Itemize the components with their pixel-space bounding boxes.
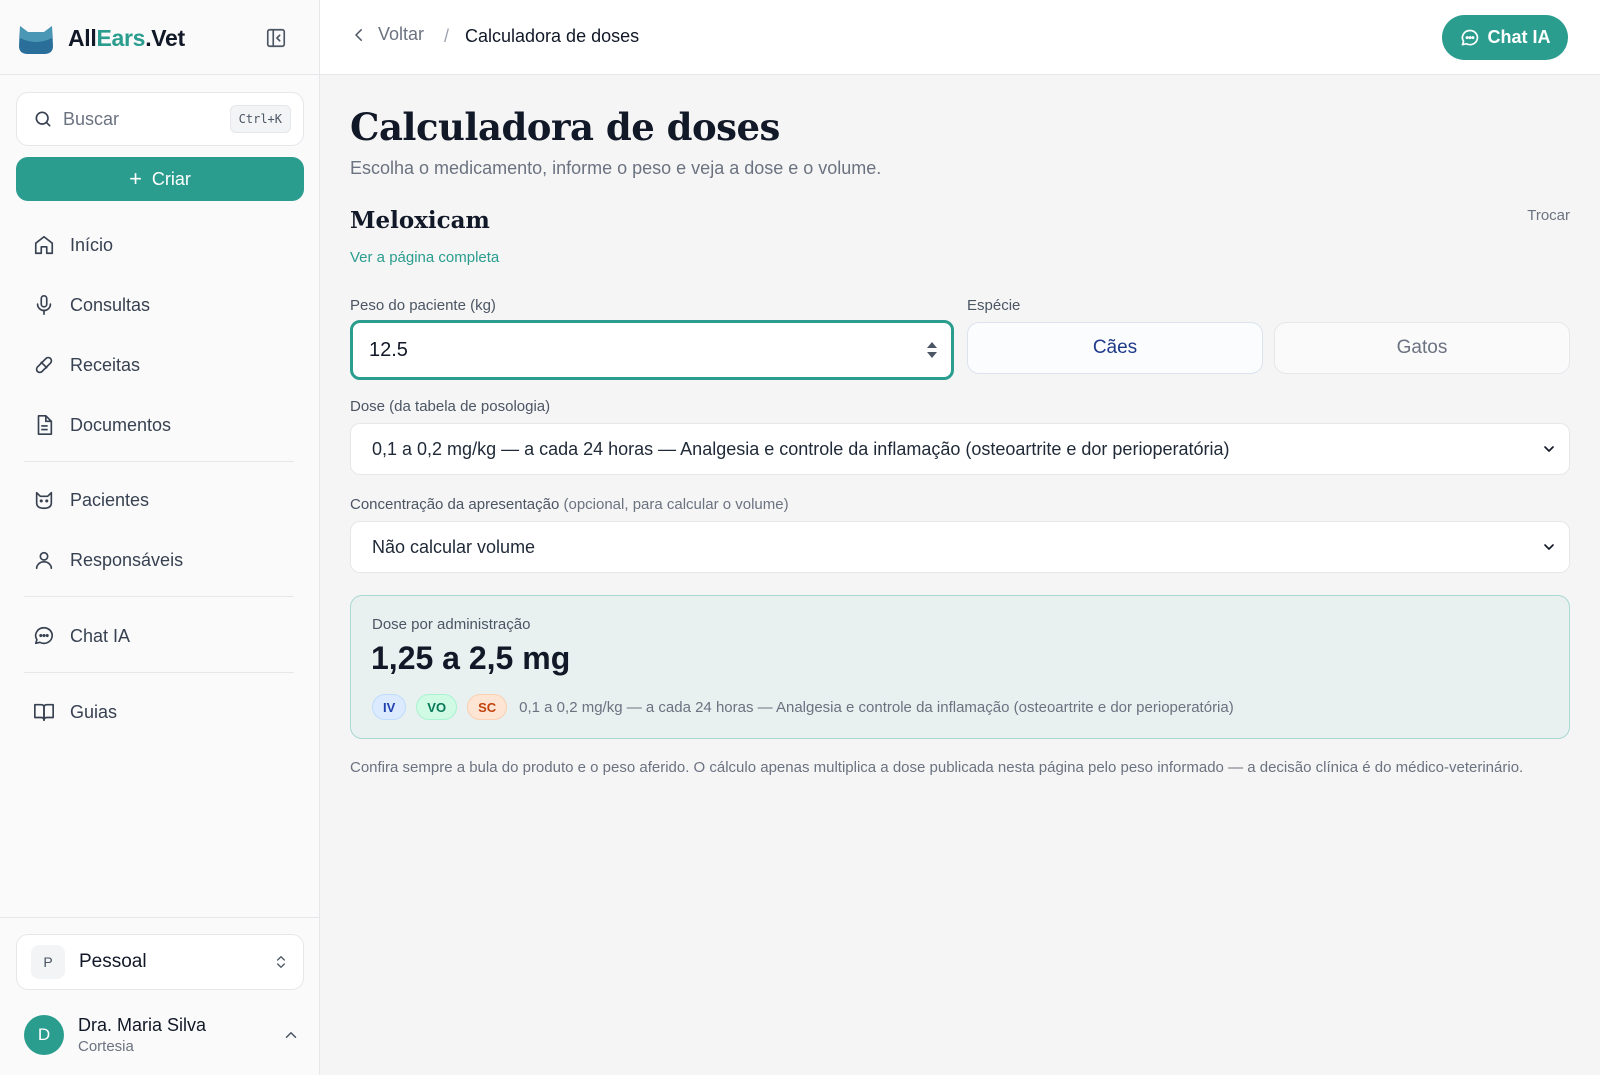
sidebar-item-guias[interactable]: Guias (24, 690, 296, 734)
user-plan: Cortesia (78, 1038, 134, 1055)
medication-name: Meloxicam (350, 207, 490, 234)
search-placeholder: Buscar (63, 108, 120, 129)
microphone-icon (32, 293, 56, 317)
sidebar-item-label: Início (70, 234, 114, 255)
user-name: Dra. Maria Silva (78, 1015, 207, 1035)
number-stepper[interactable] (927, 342, 937, 358)
route-badge-iv: IV (372, 694, 407, 720)
shortcut-badge: Ctrl+K (229, 105, 291, 133)
user-icon (32, 548, 56, 572)
chevron-down-icon (1544, 446, 1554, 452)
sidebar-item-label: Documentos (70, 414, 172, 435)
organization-switcher[interactable]: P Pessoal (16, 934, 304, 990)
chat-icon (1461, 29, 1478, 46)
sidebar-item-label: Consultas (70, 294, 151, 315)
sidebar-item-label: Pacientes (70, 489, 150, 510)
user-info: Dra. Maria Silva Cortesia (78, 1015, 282, 1055)
cat-logo-icon (16, 20, 56, 56)
route-badge-vo: VO (416, 694, 458, 720)
book-icon (32, 700, 56, 724)
breadcrumb-current: Calculadora de doses (465, 26, 640, 46)
chevrons-up-down-icon (277, 956, 285, 968)
sidebar-item-label: Chat IA (70, 625, 131, 646)
search-icon (35, 111, 51, 127)
sidebar-item-chat-ia[interactable]: Chat IA (24, 614, 296, 658)
user-menu[interactable]: D Dra. Maria Silva Cortesia (24, 1010, 300, 1060)
dose-result-card: Dose por administração 1,25 a 2,5 mg IV … (350, 595, 1570, 739)
sidebar-item-responsaveis[interactable]: Responsáveis (24, 538, 296, 582)
plus-icon: + (129, 166, 142, 191)
route-badge-sc: SC (467, 694, 508, 720)
sidebar-item-pacientes[interactable]: Pacientes (24, 478, 296, 522)
dose-select-value: 0,1 a 0,2 mg/kg — a cada 24 horas — Anal… (372, 438, 1230, 459)
sidebar: AllEars.Vet Buscar Ctrl+K + Criar Início… (0, 0, 320, 1075)
species-label: Espécie (967, 297, 1021, 314)
sidebar-collapse-icon (266, 28, 286, 48)
divider (0, 917, 320, 918)
breadcrumb-separator: / (444, 26, 450, 46)
weight-input[interactable]: 12.5 (350, 320, 954, 380)
caret-down-icon (927, 352, 937, 358)
medication-page-link[interactable]: Ver a página completa (350, 249, 499, 266)
divider (24, 596, 294, 597)
species-option-caes[interactable]: Cães (967, 322, 1263, 374)
avatar: D (24, 1015, 64, 1055)
disclaimer-text: Confira sempre a bula do produto e o pes… (350, 759, 1524, 776)
divider (0, 74, 320, 75)
cat-icon (32, 488, 56, 512)
sidebar-item-documentos[interactable]: Documentos (24, 403, 296, 447)
create-button-label: Criar (151, 168, 191, 189)
dose-label: Dose (da tabela de posologia) (350, 398, 551, 415)
swap-medication-button[interactable]: Trocar (1527, 207, 1570, 224)
chat-icon (32, 624, 56, 648)
weight-value: 12.5 (369, 338, 408, 361)
sidebar-item-label: Responsáveis (70, 549, 184, 570)
chevron-left-icon (355, 28, 362, 41)
page-subtitle: Escolha o medicamento, informe o peso e … (350, 158, 882, 178)
org-badge: P (31, 945, 65, 979)
brand[interactable]: AllEars.Vet (16, 18, 185, 58)
pill-icon (32, 353, 56, 377)
back-button[interactable]: Voltar (350, 24, 424, 45)
sidebar-item-label: Guias (70, 701, 118, 722)
concentration-select-value: Não calcular volume (372, 536, 536, 557)
result-value: 1,25 a 2,5 mg (371, 640, 571, 676)
chevron-up-icon (285, 1032, 297, 1038)
collapse-sidebar-button[interactable] (264, 26, 288, 50)
home-icon (32, 233, 56, 257)
chat-ia-button[interactable]: Chat IA (1442, 15, 1568, 60)
sidebar-item-receitas[interactable]: Receitas (24, 343, 296, 387)
chat-button-label: Chat IA (1487, 27, 1551, 47)
dose-select[interactable]: 0,1 a 0,2 mg/kg — a cada 24 horas — Anal… (350, 423, 1570, 475)
search-input[interactable]: Buscar Ctrl+K (16, 92, 304, 146)
concentration-label: Concentração da apresentação (opcional, … (350, 496, 789, 513)
route-tags: IV VO SC 0,1 a 0,2 mg/kg — a cada 24 hor… (372, 694, 1234, 720)
sidebar-item-label: Receitas (70, 354, 141, 375)
weight-label: Peso do paciente (kg) (350, 297, 496, 314)
document-icon (32, 413, 56, 437)
brand-name: AllEars.Vet (68, 24, 185, 51)
result-label: Dose por administração (372, 616, 531, 633)
top-bar: Voltar / Calculadora de doses Chat IA (320, 0, 1600, 75)
species-option-gatos[interactable]: Gatos (1274, 322, 1570, 374)
back-label: Voltar (378, 24, 425, 44)
divider (24, 672, 294, 673)
result-description: 0,1 a 0,2 mg/kg — a cada 24 horas — Anal… (519, 698, 1234, 716)
divider (24, 461, 294, 462)
chevron-down-icon (1544, 544, 1554, 550)
sidebar-item-inicio[interactable]: Início (24, 223, 296, 267)
page-title: Calculadora de doses (350, 105, 780, 149)
org-name: Pessoal (79, 951, 147, 972)
concentration-select[interactable]: Não calcular volume (350, 521, 1570, 573)
sidebar-item-consultas[interactable]: Consultas (24, 283, 296, 327)
create-button[interactable]: + Criar (16, 157, 304, 201)
caret-up-icon (927, 342, 937, 348)
